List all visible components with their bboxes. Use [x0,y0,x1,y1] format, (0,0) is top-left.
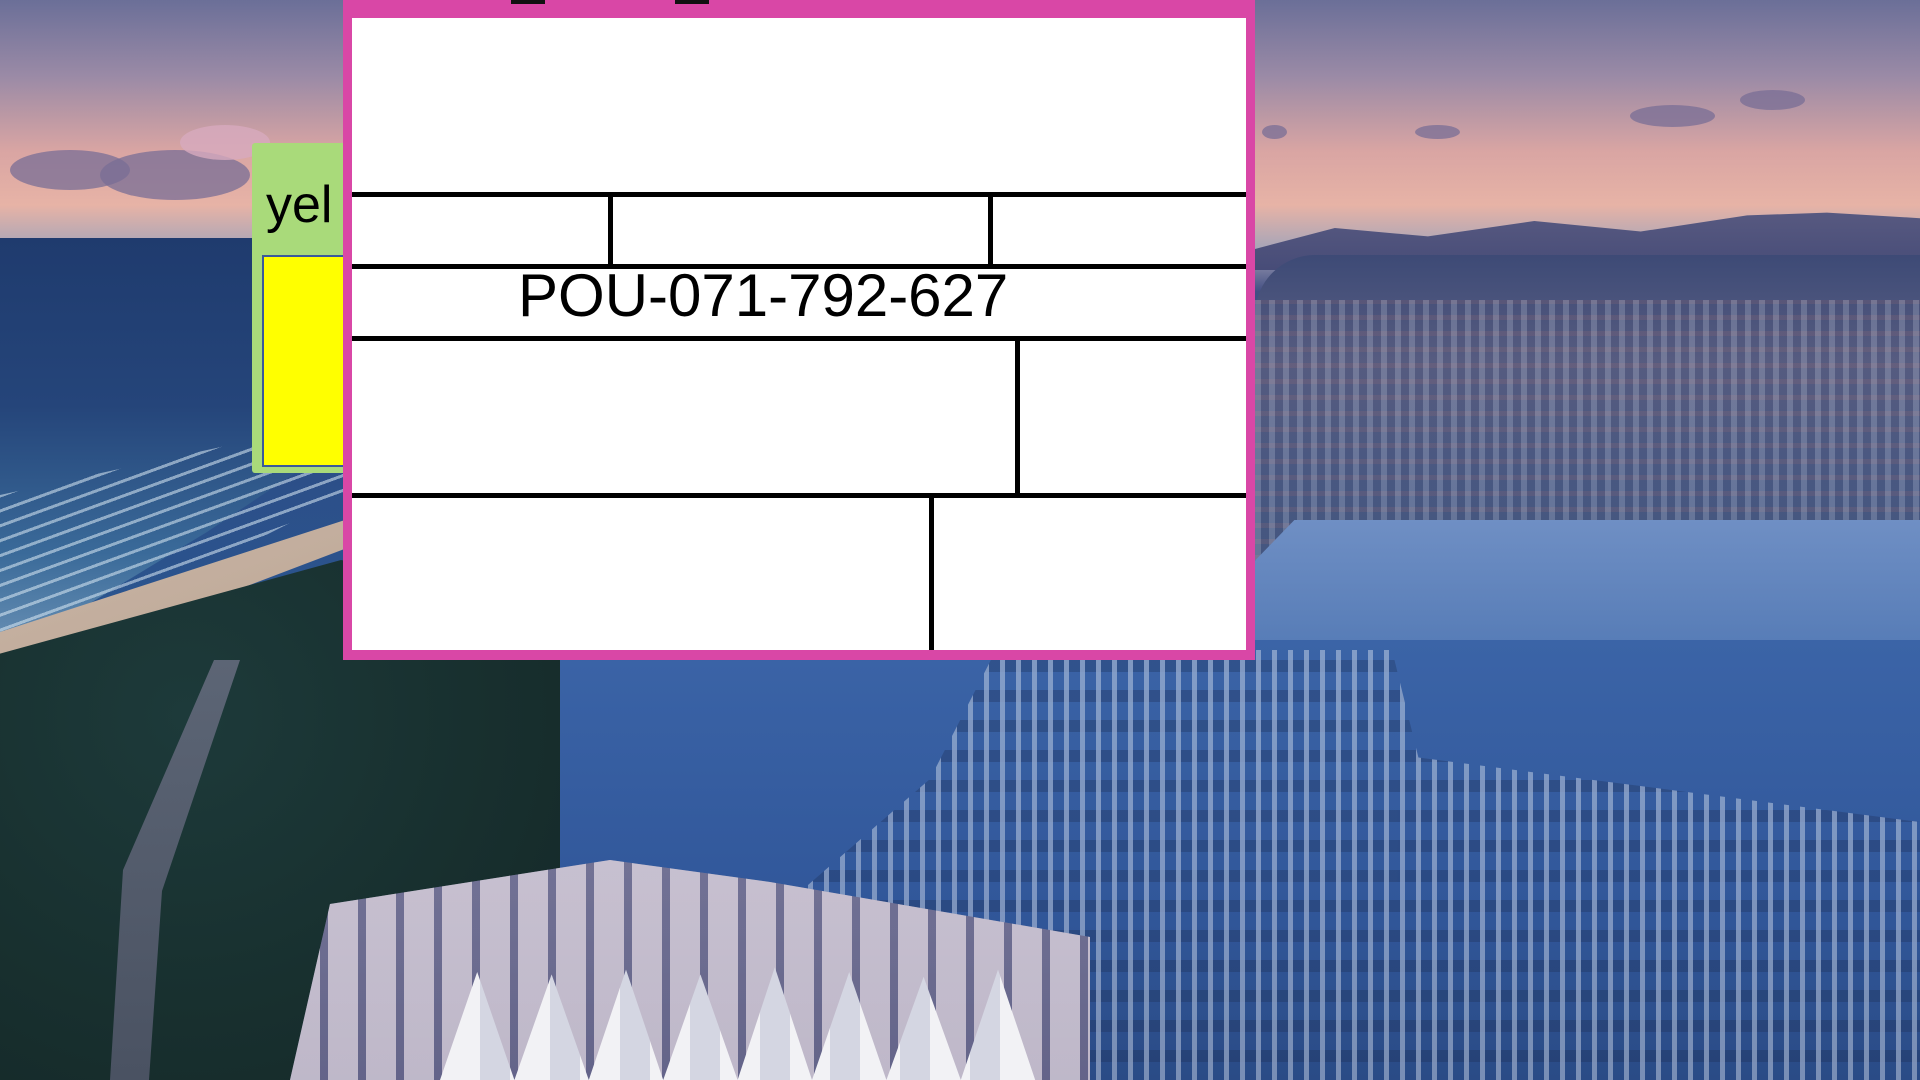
table-cell[interactable] [993,197,1246,264]
cloud [1415,125,1460,139]
minimize-icon[interactable] [511,0,545,4]
cloud [1262,125,1287,139]
table-cell[interactable] [352,197,608,264]
table-cell[interactable] [613,197,988,264]
pink-window-titlebar[interactable] [343,0,1255,18]
table-cell[interactable] [352,498,929,650]
green-window-label: yel [266,176,333,234]
pink-window[interactable]: POU-071-792-627 [343,0,1255,660]
table-cell[interactable] [1020,341,1246,494]
table-cell[interactable] [352,18,1246,192]
cloud [1630,105,1715,127]
form-table: POU-071-792-627 [352,18,1246,650]
table-cell[interactable] [352,341,1015,494]
table-cell[interactable] [934,498,1246,650]
minimize-icon[interactable] [675,0,709,4]
code-text: POU-071-792-627 [518,262,1009,329]
cloud [1740,90,1805,110]
